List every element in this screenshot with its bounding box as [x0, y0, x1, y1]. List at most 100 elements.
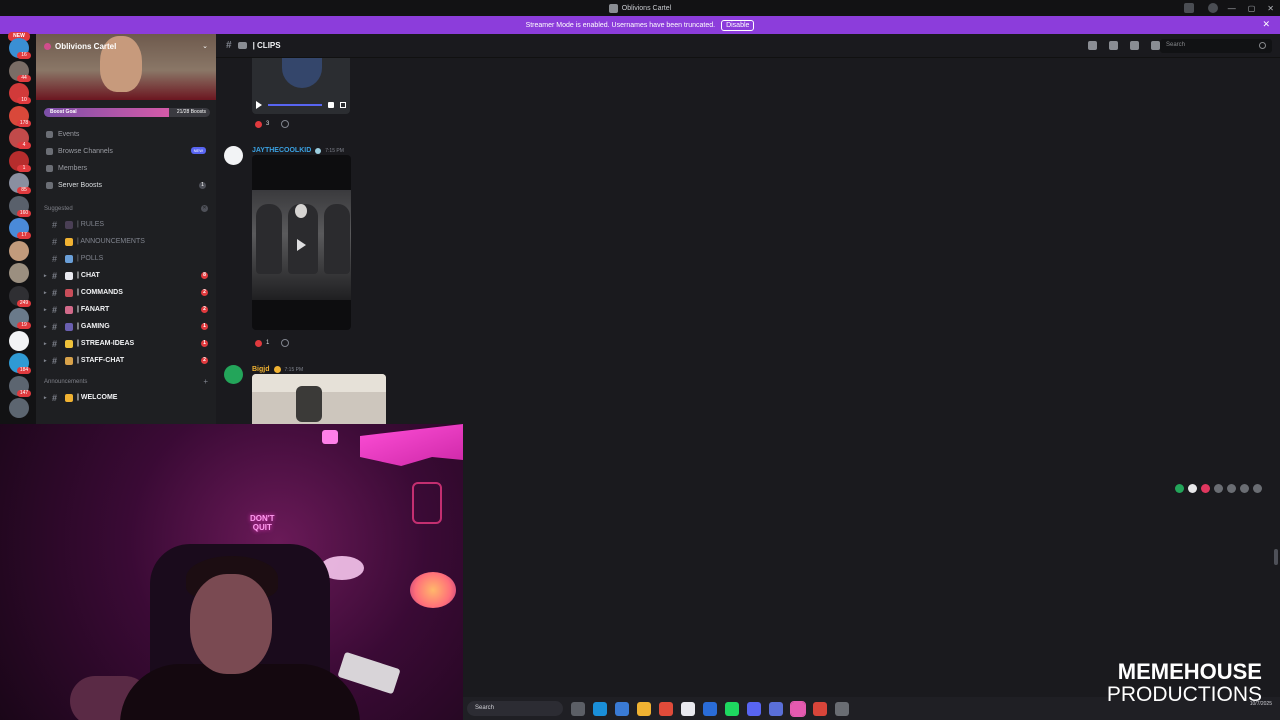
- heart-reaction[interactable]: 1: [252, 338, 272, 349]
- nav-events[interactable]: Events: [36, 126, 216, 143]
- taskbar-app-icon[interactable]: [769, 701, 783, 716]
- avatar[interactable]: [224, 365, 243, 384]
- channel-item[interactable]: ▸ # | COMMANDS 2: [36, 284, 216, 301]
- channel-welcome[interactable]: ▸ # | WELCOME: [36, 389, 216, 406]
- channel-label: | RULES: [77, 221, 105, 228]
- taskbar-app-icon[interactable]: [681, 701, 695, 716]
- nav-browse-channels[interactable]: Browse Channels NEW: [36, 143, 216, 160]
- announcements-category[interactable]: Announcements +: [36, 375, 216, 389]
- skull-reaction-icon[interactable]: [1188, 484, 1197, 493]
- channel-label: | STREAM-IDEAS: [77, 340, 135, 347]
- suggested-label: Suggested: [44, 206, 73, 212]
- video-attachment[interactable]: [252, 58, 350, 114]
- reply-icon[interactable]: [1227, 484, 1236, 493]
- channel-item[interactable]: ▸ # | STAFF-CHAT 2: [36, 352, 216, 369]
- text-channel-icon: #: [52, 270, 58, 281]
- add-reaction-icon[interactable]: [281, 120, 290, 128]
- message-author[interactable]: Bigjd: [252, 366, 270, 373]
- watermark-line1: MEMEHOUSE: [1117, 659, 1262, 684]
- video-attachment[interactable]: [252, 155, 351, 330]
- server-icon[interactable]: [9, 330, 29, 351]
- titlebar-tools: [1184, 3, 1218, 13]
- mute-icon[interactable]: [1109, 41, 1118, 50]
- threads-icon[interactable]: [1088, 41, 1097, 50]
- fullscreen-icon[interactable]: [340, 102, 346, 108]
- taskbar-app-icon[interactable]: [747, 701, 761, 716]
- nav-members[interactable]: Members: [36, 160, 216, 177]
- add-channel-icon[interactable]: +: [203, 377, 208, 386]
- taskbar-app-icon[interactable]: [813, 701, 827, 716]
- more-options-icon[interactable]: [1253, 484, 1262, 493]
- help-icon[interactable]: [1208, 3, 1218, 13]
- member-list-icon[interactable]: [1151, 41, 1160, 50]
- window-title: Oblivions Cartel: [608, 3, 671, 13]
- heart-reaction-icon[interactable]: [1201, 484, 1210, 493]
- webcam-overlay: DON'T QUIT: [0, 424, 463, 720]
- collapse-arrow-icon: ▸: [44, 357, 47, 364]
- server-mention-badge: 184: [17, 367, 31, 374]
- channel-label: | CHAT: [77, 272, 100, 279]
- taskbar-app-icon[interactable]: [593, 701, 607, 716]
- server-mention-badge: 178: [17, 119, 31, 127]
- search-input[interactable]: Search: [1160, 39, 1272, 53]
- taskbar-app-icon[interactable]: [835, 701, 849, 716]
- channel-item[interactable]: # | RULES: [36, 216, 216, 233]
- taskbar-app-icon[interactable]: [703, 701, 717, 716]
- message-author[interactable]: JAYTHECOOLKID: [252, 147, 311, 154]
- taskbar-app-icon[interactable]: [790, 700, 806, 717]
- taskbar-app-icon[interactable]: [637, 701, 651, 716]
- taskbar-search[interactable]: Search: [467, 701, 563, 716]
- channel-item[interactable]: ▸ # | CHAT 8: [36, 267, 216, 284]
- volume-icon[interactable]: [328, 102, 334, 108]
- close-window-button[interactable]: ✕: [1267, 4, 1274, 13]
- nav-label: Browse Channels: [58, 148, 113, 155]
- count-badge: 1: [199, 182, 206, 189]
- server-icon[interactable]: [9, 240, 29, 261]
- taskbar-app-icon[interactable]: [615, 701, 629, 716]
- pin-icon[interactable]: [1130, 41, 1139, 50]
- server-mention-badge: 147: [17, 389, 31, 397]
- play-icon[interactable]: [256, 101, 262, 109]
- channel-label: | STAFF-CHAT: [77, 357, 125, 364]
- emoji-reaction-icon[interactable]: [1175, 484, 1184, 493]
- heart-icon: [255, 339, 262, 347]
- avatar[interactable]: [224, 146, 243, 165]
- banner-message: Streamer Mode is enabled. Usernames have…: [525, 21, 716, 29]
- channel-item[interactable]: ▸ # | GAMING 1: [36, 318, 216, 335]
- server-header[interactable]: Oblivions Cartel ⌄: [36, 34, 216, 100]
- channel-item[interactable]: # | ANNOUNCEMENTS: [36, 233, 216, 250]
- channel-item[interactable]: # | POLLS: [36, 250, 216, 267]
- image-attachment[interactable]: [252, 374, 386, 426]
- taskbar-app-icon[interactable]: [725, 701, 739, 716]
- image-object: [296, 386, 322, 422]
- search-placeholder: Search: [1166, 42, 1186, 48]
- channel-item[interactable]: ▸ # | FANART 2: [36, 301, 216, 318]
- nav-server-boosts[interactable]: Server Boosts 1: [36, 177, 216, 194]
- maximize-button[interactable]: ▢: [1248, 4, 1256, 13]
- heart-reaction[interactable]: 3: [252, 119, 272, 130]
- chevron-down-icon[interactable]: ⌄: [202, 42, 208, 50]
- nav-label: Members: [58, 165, 88, 172]
- play-icon[interactable]: [297, 239, 306, 251]
- inbox-icon[interactable]: [1184, 3, 1194, 13]
- forward-icon[interactable]: [1240, 484, 1249, 493]
- server-icon[interactable]: [9, 398, 29, 418]
- server-mention-badge: 44: [17, 74, 31, 82]
- boost-goal[interactable]: Boost Goal 21/28 Boosts: [40, 104, 216, 122]
- server-icon[interactable]: [9, 263, 29, 283]
- taskbar-app-icon[interactable]: [659, 701, 673, 716]
- close-suggested-icon[interactable]: ✕: [201, 205, 208, 212]
- minimize-button[interactable]: —: [1228, 4, 1236, 13]
- scrollbar-thumb[interactable]: [1274, 549, 1278, 565]
- video-progress-bar[interactable]: [268, 104, 322, 106]
- channel-emoji-icon: [65, 271, 73, 280]
- close-banner-icon[interactable]: ✕: [1262, 19, 1270, 30]
- add-reaction-icon[interactable]: [281, 339, 290, 347]
- mention-badge: 2: [201, 357, 208, 364]
- text-channel-icon: #: [52, 219, 58, 230]
- channel-item[interactable]: ▸ # | STREAM-IDEAS 1: [36, 335, 216, 352]
- mention-badge: 2: [201, 306, 208, 313]
- taskbar-app-icon[interactable]: [571, 701, 585, 716]
- add-reaction-icon[interactable]: [1214, 484, 1223, 493]
- disable-streamer-mode-button[interactable]: Disable: [721, 19, 755, 31]
